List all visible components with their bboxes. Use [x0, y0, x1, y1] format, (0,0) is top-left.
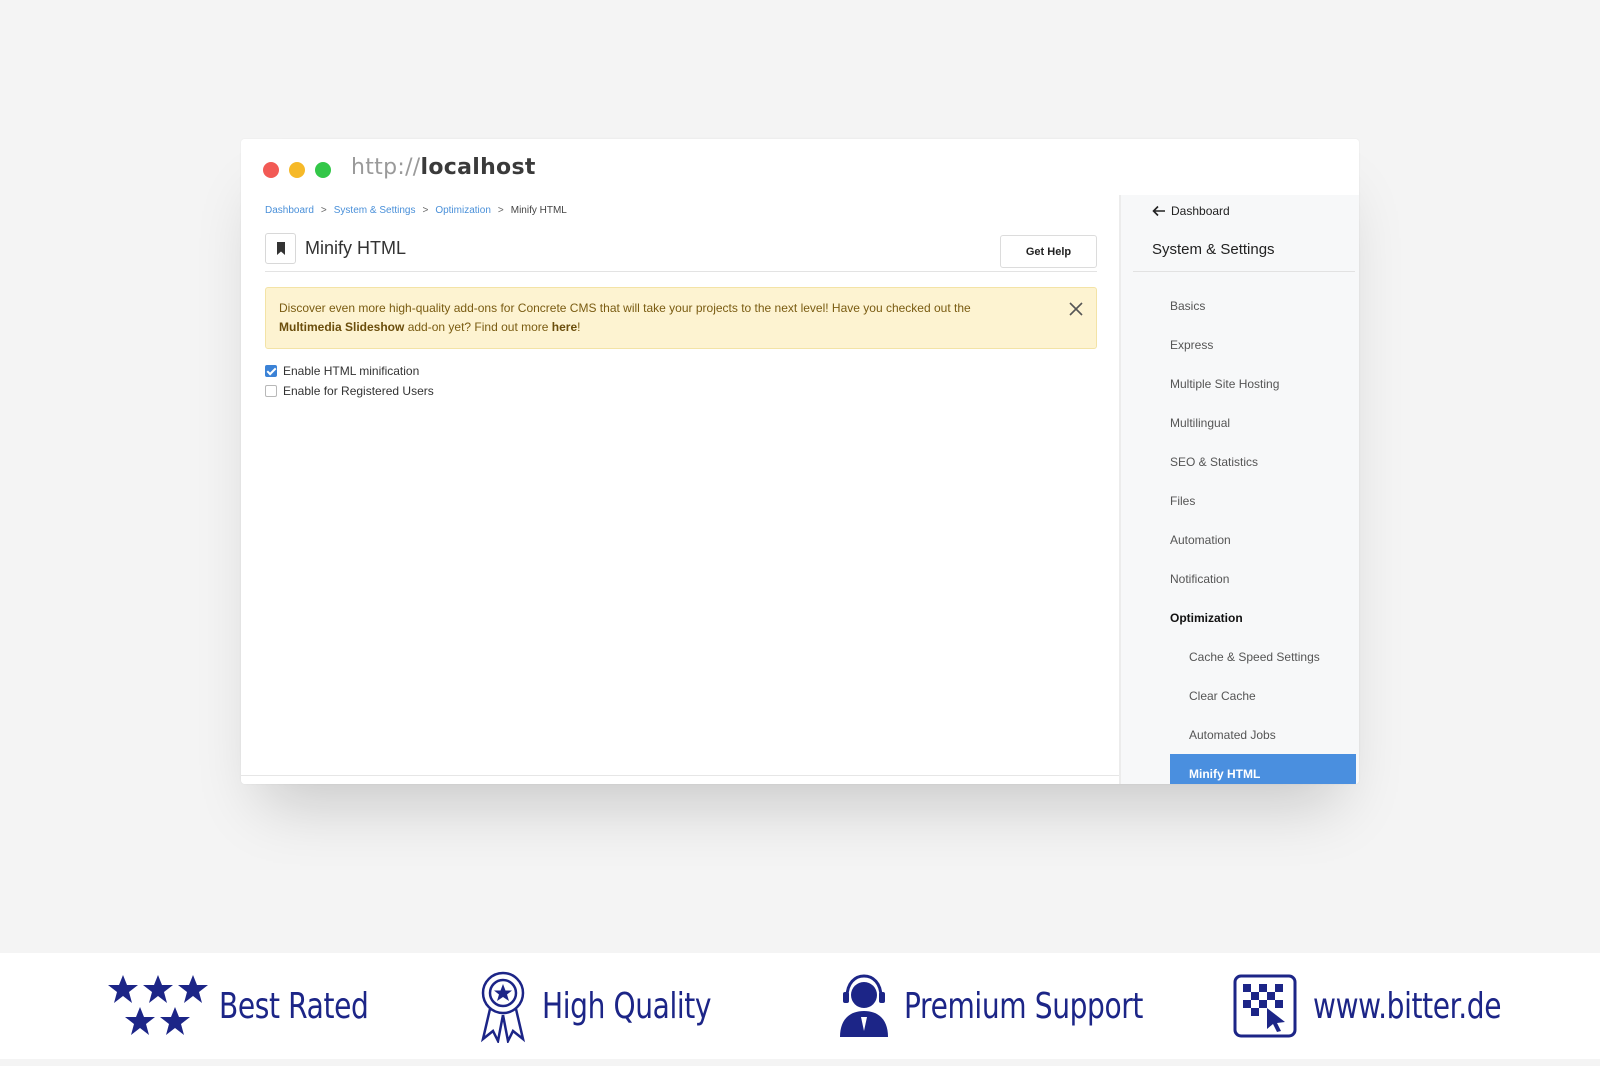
alert-addon-link[interactable]: Multimedia Slideshow: [279, 320, 404, 334]
options-form: Enable HTML minification Enable for Regi…: [265, 361, 434, 401]
bitter-logo-icon: [1233, 974, 1297, 1038]
breadcrumb-current: Minify HTML: [510, 205, 567, 216]
get-help-button[interactable]: Get Help: [1000, 235, 1097, 268]
back-label: Dashboard: [1171, 204, 1230, 218]
badge-label: www.bitter.de: [1313, 985, 1502, 1027]
award-ribbon-icon: [480, 971, 526, 1043]
enable-minification-checkbox[interactable]: [265, 365, 277, 377]
option-label: Enable for Registered Users: [283, 384, 434, 398]
bookmark-icon: [276, 242, 285, 255]
badge-website: www.bitter.de: [1233, 953, 1554, 1059]
main-content: Dashboard > System & Settings > Optimiza…: [241, 195, 1119, 784]
arrow-left-icon: [1152, 205, 1165, 217]
sidebar-item-automated-jobs[interactable]: Automated Jobs: [1121, 715, 1359, 754]
breadcrumb-separator: >: [422, 205, 429, 216]
sidebar-item-automation[interactable]: Automation: [1121, 520, 1359, 559]
sidebar-item-cache-speed[interactable]: Cache & Speed Settings: [1121, 637, 1359, 676]
option-label: Enable HTML minification: [283, 364, 420, 378]
addon-alert: Discover even more high-quality add-ons …: [265, 287, 1097, 349]
url-protocol: http://: [351, 155, 421, 180]
breadcrumb: Dashboard > System & Settings > Optimiza…: [265, 205, 567, 216]
sidebar-item-express[interactable]: Express: [1121, 325, 1359, 364]
sidebar-title: System & Settings: [1152, 241, 1275, 258]
sidebar: Dashboard System & Settings Basics Expre…: [1119, 195, 1359, 784]
sidebar-item-optimization[interactable]: Optimization: [1121, 598, 1359, 637]
alert-text-end: !: [577, 319, 581, 334]
badge-best-rated: Best Rated: [107, 953, 411, 1059]
sidebar-item-notification[interactable]: Notification: [1121, 559, 1359, 598]
breadcrumb-separator: >: [320, 205, 327, 216]
browser-window: http://localhost Dashboard > System & Se…: [241, 139, 1359, 784]
badge-label: High Quality: [542, 985, 712, 1027]
footer-badges: Best Rated High Quality Premium Support: [0, 953, 1600, 1059]
stars-icon: [108, 975, 208, 1035]
sidebar-item-clear-cache[interactable]: Clear Cache: [1121, 676, 1359, 715]
sidebar-item-files[interactable]: Files: [1121, 481, 1359, 520]
badge-premium-support: Premium Support: [836, 953, 1210, 1059]
sidebar-nav: Basics Express Multiple Site Hosting Mul…: [1121, 286, 1359, 784]
registered-users-checkbox[interactable]: [265, 385, 277, 397]
address-bar[interactable]: http://localhost: [351, 155, 536, 180]
sidebar-item-seo-statistics[interactable]: SEO & Statistics: [1121, 442, 1359, 481]
alert-text: add-on yet? Find out more: [407, 319, 549, 334]
breadcrumb-optimization[interactable]: Optimization: [435, 205, 491, 216]
back-to-dashboard-link[interactable]: Dashboard: [1152, 204, 1230, 218]
url-host: localhost: [420, 155, 536, 180]
option-registered-users[interactable]: Enable for Registered Users: [265, 381, 434, 401]
alert-text: Discover even more high-quality add-ons …: [279, 301, 971, 315]
sidebar-item-multiple-site-hosting[interactable]: Multiple Site Hosting: [1121, 364, 1359, 403]
browser-titlebar: http://localhost: [241, 139, 1359, 195]
breadcrumb-dashboard[interactable]: Dashboard: [265, 205, 314, 216]
window-close-dot[interactable]: [263, 162, 279, 178]
badge-label: Premium Support: [904, 985, 1144, 1027]
window-minimize-dot[interactable]: [289, 162, 305, 178]
breadcrumb-system-settings[interactable]: System & Settings: [334, 205, 416, 216]
close-icon[interactable]: [1068, 301, 1084, 317]
page-header: Minify HTML Get Help: [265, 233, 1097, 272]
sidebar-item-basics[interactable]: Basics: [1121, 286, 1359, 325]
window-maximize-dot[interactable]: [315, 162, 331, 178]
divider: [1133, 271, 1355, 272]
headset-support-icon: [840, 974, 888, 1037]
badge-high-quality: High Quality: [476, 953, 759, 1059]
alert-here-link[interactable]: here: [552, 320, 577, 334]
option-enable-minification[interactable]: Enable HTML minification: [265, 361, 434, 381]
sidebar-item-minify-html[interactable]: Minify HTML: [1170, 754, 1356, 784]
badge-label: Best Rated: [219, 985, 369, 1027]
sidebar-item-multilingual[interactable]: Multilingual: [1121, 403, 1359, 442]
bookmark-button[interactable]: [265, 233, 296, 264]
breadcrumb-separator: >: [497, 205, 504, 216]
page-title: Minify HTML: [305, 238, 407, 258]
divider: [241, 775, 1119, 776]
